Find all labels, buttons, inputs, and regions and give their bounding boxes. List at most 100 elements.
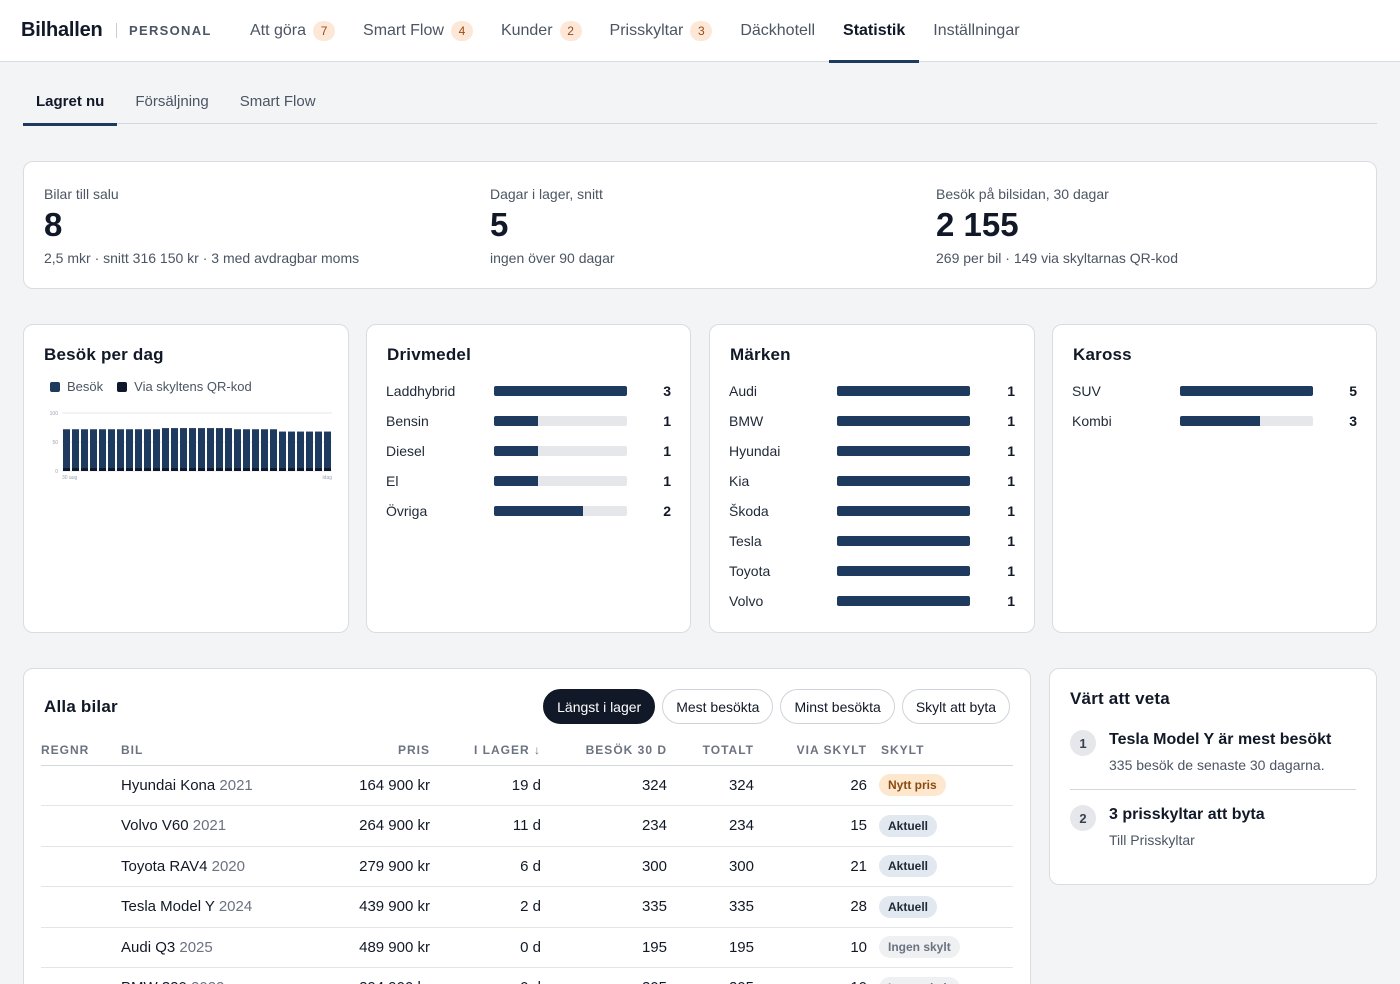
qr-visits-bar[interactable]	[80, 468, 89, 471]
visits-bar[interactable]	[179, 428, 188, 471]
tip-number: 1	[1070, 730, 1096, 756]
visits-bar[interactable]	[278, 431, 287, 471]
nav-tab-kunder[interactable]: Kunder 2	[487, 0, 596, 62]
visits-bar[interactable]	[62, 429, 71, 471]
qr-visits-bar[interactable]	[161, 468, 170, 471]
brand-name[interactable]: Bilhallen	[21, 19, 103, 42]
visits-bar[interactable]	[188, 428, 197, 471]
nav-tab-prisskyltar[interactable]: Prisskyltar 3	[596, 0, 727, 62]
visits-bar[interactable]	[260, 429, 269, 471]
qr-visits-bar[interactable]	[152, 468, 161, 471]
qr-visits-bar[interactable]	[233, 468, 242, 471]
qr-visits-bar[interactable]	[296, 468, 305, 471]
qr-visits-bar[interactable]	[116, 468, 125, 471]
subtab-f-rs-ljning[interactable]: Försäljning	[122, 78, 221, 124]
qr-visits-bar[interactable]	[215, 468, 224, 471]
bar-label: Volvo	[729, 593, 764, 609]
nav-tab-inst-llningar[interactable]: Inställningar	[919, 0, 1033, 62]
qr-visits-bar[interactable]	[125, 468, 134, 471]
visits-bar[interactable]	[305, 431, 314, 471]
nav-tab-d-ckhotell[interactable]: Däckhotell	[726, 0, 829, 62]
table-row[interactable]: Hyundai Kona 2021 164 900 kr 19 d 324 324 26 N…	[41, 765, 1013, 806]
nav-tab-statistik[interactable]: Statistik	[829, 0, 920, 63]
qr-visits-bar[interactable]	[287, 468, 296, 471]
qr-visits-bar[interactable]	[89, 468, 98, 471]
column-header-regnr[interactable]: REGNR	[41, 735, 121, 766]
qr-visits-bar[interactable]	[269, 468, 278, 471]
qr-visits-bar[interactable]	[98, 468, 107, 471]
column-header-besok-30d[interactable]: BESÖK 30 D	[541, 735, 667, 766]
visits-bar[interactable]	[224, 428, 233, 471]
visits-bar[interactable]	[161, 428, 170, 471]
qr-visits-bar[interactable]	[242, 468, 251, 471]
filter-l-ngst-i-lager[interactable]: Längst i lager	[543, 689, 656, 724]
visits-bar[interactable]	[98, 429, 107, 471]
qr-visits-bar[interactable]	[278, 468, 287, 471]
visits-bar[interactable]	[197, 428, 206, 471]
visits-bar[interactable]	[251, 429, 260, 471]
visits-bar[interactable]	[206, 428, 215, 471]
qr-visits-bar[interactable]	[206, 468, 215, 471]
tip-link[interactable]: Till Prisskyltar	[1109, 832, 1195, 848]
visits-bar[interactable]	[233, 429, 242, 471]
qr-visits-bar[interactable]	[224, 468, 233, 471]
visits-bar[interactable]	[116, 429, 125, 471]
visits-bar[interactable]	[89, 429, 98, 471]
cell-total-visits: 205	[667, 967, 754, 984]
visits-bar[interactable]	[215, 428, 224, 471]
visits-bar[interactable]	[143, 429, 152, 471]
qr-visits-bar[interactable]	[107, 468, 116, 471]
subtab-lagret-nu[interactable]: Lagret nu	[23, 78, 118, 126]
column-header-pris[interactable]: PRIS	[291, 735, 430, 766]
visits-bar[interactable]	[125, 429, 134, 471]
visits-bar[interactable]	[170, 428, 179, 471]
column-header-bil[interactable]: BIL	[121, 735, 291, 766]
tip-item[interactable]: 2 3 prisskyltar att byta Till Prisskylta…	[1070, 805, 1356, 861]
car-year: 2024	[218, 898, 253, 916]
table-row[interactable]: Toyota RAV4 2020 279 900 kr 6 d 300 300 21 Akt…	[41, 846, 1013, 887]
qr-visits-bar[interactable]	[260, 468, 269, 471]
visits-bar[interactable]	[269, 429, 278, 471]
visits-bar[interactable]	[107, 429, 116, 471]
visits-bar[interactable]	[242, 429, 251, 471]
qr-visits-bar[interactable]	[143, 468, 152, 471]
table-row[interactable]: Tesla Model Y 2024 439 900 kr 2 d 335 335 28 A…	[41, 886, 1013, 928]
qr-visits-bar[interactable]	[188, 468, 197, 471]
visits-bar[interactable]	[323, 431, 332, 471]
table-row[interactable]: BMW 320 2022294 900 kr0 d20520510Ingen s…	[41, 967, 1013, 984]
bar-track	[494, 386, 627, 396]
bar-label: Diesel	[386, 443, 425, 459]
qr-visits-bar[interactable]	[251, 468, 260, 471]
qr-visits-bar[interactable]	[197, 468, 206, 471]
table-row[interactable]: Audi Q3 2025 489 900 kr 0 d 195 195 10 Ingen s…	[41, 927, 1013, 968]
qr-visits-bar[interactable]	[170, 468, 179, 471]
subtab-smart-flow[interactable]: Smart Flow	[227, 78, 329, 124]
visits-bar[interactable]	[71, 429, 80, 471]
visits-bar[interactable]	[296, 431, 305, 471]
column-header-skylt[interactable]: SKYLT	[867, 735, 1013, 766]
visits-bar[interactable]	[314, 431, 323, 471]
filter-minst-bes-kta[interactable]: Minst besökta	[780, 689, 895, 724]
qr-visits-bar[interactable]	[71, 468, 80, 471]
qr-visits-bar[interactable]	[62, 468, 71, 471]
visits-bar[interactable]	[152, 429, 161, 471]
tip-item[interactable]: 1 Tesla Model Y är mest besökt 335 besök…	[1070, 730, 1356, 786]
qr-visits-bar[interactable]	[179, 468, 188, 471]
column-header-totalt[interactable]: TOTALT	[667, 735, 754, 766]
qr-visits-bar[interactable]	[305, 468, 314, 471]
visits-bar[interactable]	[134, 429, 143, 471]
filter-mest-bes-kta[interactable]: Mest besökta	[662, 689, 774, 724]
nav-tab-att-g-ra[interactable]: Att göra 7	[236, 0, 349, 62]
column-header-via-skylt[interactable]: VIA SKYLT	[754, 735, 867, 766]
qr-visits-bar[interactable]	[314, 468, 323, 471]
bar-label: Bensin	[386, 413, 429, 429]
filter-skylt-att-byta[interactable]: Skylt att byta	[901, 689, 1010, 724]
column-header-i-lager[interactable]: I LAGER ↓	[430, 735, 541, 766]
bar-track	[837, 386, 970, 396]
qr-visits-bar[interactable]	[323, 468, 332, 471]
nav-tab-smart-flow[interactable]: Smart Flow 4	[349, 0, 487, 62]
visits-bar[interactable]	[287, 431, 296, 471]
table-row[interactable]: Volvo V60 2021 264 900 kr 11 d 234 234 15 Aktu…	[41, 805, 1013, 847]
visits-bar[interactable]	[80, 429, 89, 471]
qr-visits-bar[interactable]	[134, 468, 143, 471]
